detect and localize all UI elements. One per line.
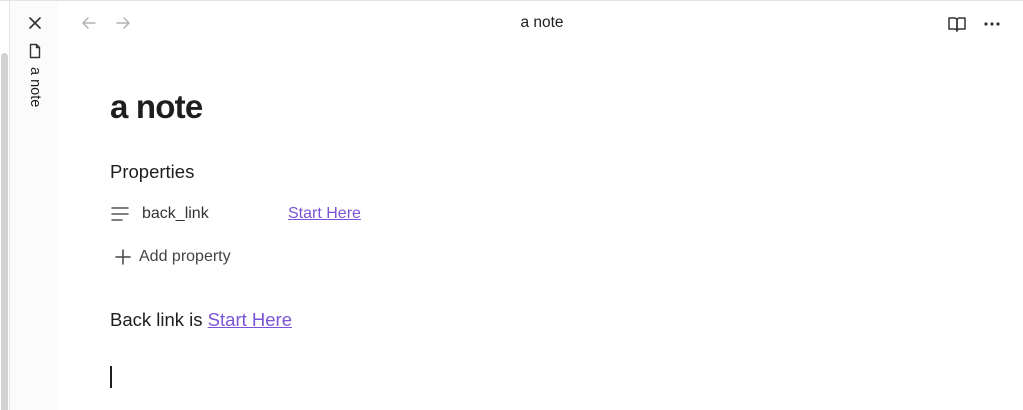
property-key[interactable]: back_link — [142, 204, 209, 224]
note-title[interactable]: a note — [110, 86, 203, 128]
close-icon[interactable] — [26, 14, 44, 32]
arrow-right-icon[interactable] — [114, 14, 132, 32]
arrow-left-icon[interactable] — [80, 14, 98, 32]
properties-heading[interactable]: Properties — [110, 160, 194, 184]
more-horizontal-icon[interactable] — [982, 14, 1002, 34]
header-title: a note — [520, 14, 564, 31]
plus-icon — [114, 248, 132, 266]
tab-a-note[interactable]: a note — [24, 67, 46, 127]
left-scrollbar-thumb[interactable] — [1, 53, 8, 410]
property-row: back_link Start Here — [108, 200, 408, 228]
left-scrollbar[interactable] — [0, 1, 10, 410]
text-lines-icon[interactable] — [110, 205, 130, 223]
file-icon — [26, 42, 44, 60]
add-property-button[interactable]: Add property — [112, 244, 252, 270]
tab-label: a note — [27, 67, 43, 108]
vertical-tab-strip: a note — [10, 1, 58, 410]
text-cursor — [110, 366, 112, 388]
body-text: Back link is — [110, 309, 208, 330]
property-value-link[interactable]: Start Here — [288, 204, 361, 224]
body-link[interactable]: Start Here — [208, 309, 292, 330]
book-open-icon[interactable] — [947, 14, 967, 34]
window-top-border — [0, 0, 1023, 1]
add-property-label: Add property — [139, 248, 231, 265]
body-paragraph[interactable]: Back link is Start Here — [110, 308, 292, 332]
